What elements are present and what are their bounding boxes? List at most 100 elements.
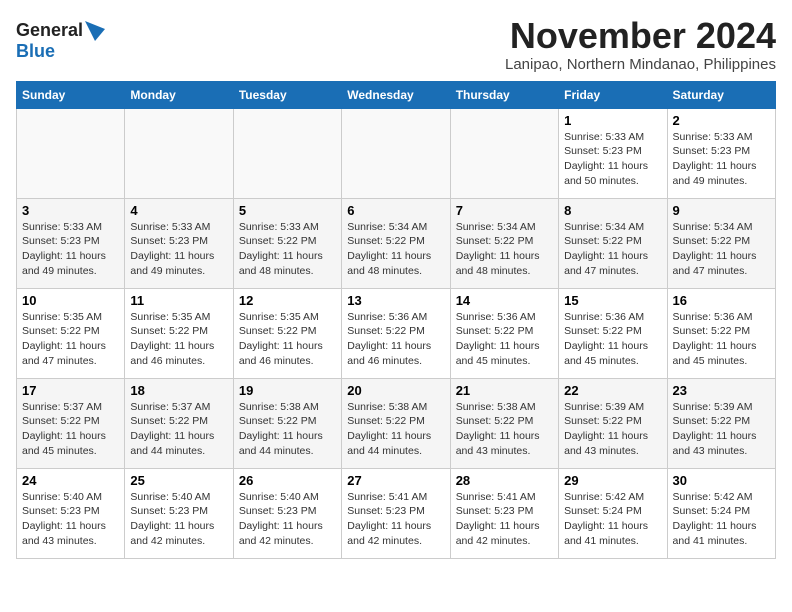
day-number: 4 — [130, 203, 227, 218]
calendar-cell: 12 Sunrise: 5:35 AM Sunset: 5:22 PM Dayli… — [233, 288, 341, 378]
day-number: 21 — [456, 383, 553, 398]
calendar-cell: 10 Sunrise: 5:35 AM Sunset: 5:22 PM Dayli… — [17, 288, 125, 378]
title-area: November 2024 Lanipao, Northern Mindanao… — [505, 16, 776, 73]
calendar-cell — [450, 108, 558, 198]
col-header-saturday: Saturday — [667, 81, 775, 108]
calendar-cell: 26 Sunrise: 5:40 AM Sunset: 5:23 PM Dayli… — [233, 468, 341, 558]
day-info: Sunrise: 5:41 AM Sunset: 5:23 PM Dayligh… — [347, 490, 444, 549]
day-info: Sunrise: 5:33 AM Sunset: 5:23 PM Dayligh… — [673, 130, 770, 189]
col-header-monday: Monday — [125, 81, 233, 108]
day-info: Sunrise: 5:35 AM Sunset: 5:22 PM Dayligh… — [239, 310, 336, 369]
day-info: Sunrise: 5:37 AM Sunset: 5:22 PM Dayligh… — [22, 400, 119, 459]
calendar-cell — [17, 108, 125, 198]
calendar-cell: 15Sunrise: 5:36 AM Sunset: 5:22 PM Dayli… — [559, 288, 667, 378]
calendar-week-5: 24 Sunrise: 5:40 AM Sunset: 5:23 PM Dayli… — [17, 468, 776, 558]
day-number: 18 — [130, 383, 227, 398]
calendar-cell: 7Sunrise: 5:34 AM Sunset: 5:22 PM Daylig… — [450, 198, 558, 288]
calendar-cell: 29 Sunrise: 5:42 AM Sunset: 5:24 PM Dayli… — [559, 468, 667, 558]
day-number: 8 — [564, 203, 661, 218]
day-number: 29 — [564, 473, 661, 488]
col-header-friday: Friday — [559, 81, 667, 108]
col-header-sunday: Sunday — [17, 81, 125, 108]
calendar-header: SundayMondayTuesdayWednesdayThursdayFrid… — [17, 81, 776, 108]
day-info: Sunrise: 5:33 AM Sunset: 5:23 PM Dayligh… — [22, 220, 119, 279]
logo-general-text: General — [16, 20, 83, 41]
calendar-cell: 14 Sunrise: 5:36 AM Sunset: 5:22 PM Dayli… — [450, 288, 558, 378]
day-number: 14 — [456, 293, 553, 308]
day-number: 3 — [22, 203, 119, 218]
day-info: Sunrise: 5:34 AM Sunset: 5:22 PM Dayligh… — [673, 220, 770, 279]
calendar-cell: 20Sunrise: 5:38 AM Sunset: 5:22 PM Dayli… — [342, 378, 450, 468]
calendar-cell — [125, 108, 233, 198]
calendar-cell: 2 Sunrise: 5:33 AM Sunset: 5:23 PM Daylig… — [667, 108, 775, 198]
day-number: 7 — [456, 203, 553, 218]
calendar-cell: 9 Sunrise: 5:34 AM Sunset: 5:22 PM Daylig… — [667, 198, 775, 288]
day-info: Sunrise: 5:38 AM Sunset: 5:22 PM Dayligh… — [456, 400, 553, 459]
col-header-tuesday: Tuesday — [233, 81, 341, 108]
col-header-wednesday: Wednesday — [342, 81, 450, 108]
day-info: Sunrise: 5:39 AM Sunset: 5:22 PM Dayligh… — [673, 400, 770, 459]
day-number: 30 — [673, 473, 770, 488]
day-number: 1 — [564, 113, 661, 128]
logo-blue-text: Blue — [16, 41, 55, 62]
day-info: Sunrise: 5:42 AM Sunset: 5:24 PM Dayligh… — [673, 490, 770, 549]
day-info: Sunrise: 5:33 AM Sunset: 5:23 PM Dayligh… — [130, 220, 227, 279]
calendar-cell: 22 Sunrise: 5:39 AM Sunset: 5:22 PM Dayli… — [559, 378, 667, 468]
calendar-week-4: 17Sunrise: 5:37 AM Sunset: 5:22 PM Dayli… — [17, 378, 776, 468]
day-number: 13 — [347, 293, 444, 308]
day-number: 9 — [673, 203, 770, 218]
day-info: Sunrise: 5:42 AM Sunset: 5:24 PM Dayligh… — [564, 490, 661, 549]
day-number: 26 — [239, 473, 336, 488]
day-number: 19 — [239, 383, 336, 398]
logo: General Blue — [16, 20, 105, 62]
calendar-table: SundayMondayTuesdayWednesdayThursdayFrid… — [16, 81, 776, 559]
col-header-thursday: Thursday — [450, 81, 558, 108]
day-number: 22 — [564, 383, 661, 398]
day-info: Sunrise: 5:39 AM Sunset: 5:22 PM Dayligh… — [564, 400, 661, 459]
day-number: 2 — [673, 113, 770, 128]
day-info: Sunrise: 5:40 AM Sunset: 5:23 PM Dayligh… — [239, 490, 336, 549]
calendar-week-3: 10 Sunrise: 5:35 AM Sunset: 5:22 PM Dayli… — [17, 288, 776, 378]
day-number: 10 — [22, 293, 119, 308]
calendar-cell: 23 Sunrise: 5:39 AM Sunset: 5:22 PM Dayli… — [667, 378, 775, 468]
calendar-week-1: 1 Sunrise: 5:33 AM Sunset: 5:23 PM Daylig… — [17, 108, 776, 198]
day-info: Sunrise: 5:34 AM Sunset: 5:22 PM Dayligh… — [564, 220, 661, 279]
calendar-cell: 19 Sunrise: 5:38 AM Sunset: 5:22 PM Dayli… — [233, 378, 341, 468]
calendar-cell: 13 Sunrise: 5:36 AM Sunset: 5:22 PM Dayli… — [342, 288, 450, 378]
day-info: Sunrise: 5:36 AM Sunset: 5:22 PM Dayligh… — [456, 310, 553, 369]
day-number: 23 — [673, 383, 770, 398]
calendar-cell: 18 Sunrise: 5:37 AM Sunset: 5:22 PM Dayli… — [125, 378, 233, 468]
day-info: Sunrise: 5:40 AM Sunset: 5:23 PM Dayligh… — [130, 490, 227, 549]
day-info: Sunrise: 5:36 AM Sunset: 5:22 PM Dayligh… — [347, 310, 444, 369]
day-number: 5 — [239, 203, 336, 218]
logo-icon — [85, 21, 105, 41]
calendar-cell: 6 Sunrise: 5:34 AM Sunset: 5:22 PM Daylig… — [342, 198, 450, 288]
day-info: Sunrise: 5:33 AM Sunset: 5:22 PM Dayligh… — [239, 220, 336, 279]
day-number: 24 — [22, 473, 119, 488]
day-info: Sunrise: 5:38 AM Sunset: 5:22 PM Dayligh… — [347, 400, 444, 459]
day-info: Sunrise: 5:38 AM Sunset: 5:22 PM Dayligh… — [239, 400, 336, 459]
day-info: Sunrise: 5:41 AM Sunset: 5:23 PM Dayligh… — [456, 490, 553, 549]
day-info: Sunrise: 5:36 AM Sunset: 5:22 PM Dayligh… — [673, 310, 770, 369]
day-number: 27 — [347, 473, 444, 488]
day-info: Sunrise: 5:34 AM Sunset: 5:22 PM Dayligh… — [347, 220, 444, 279]
calendar-cell — [342, 108, 450, 198]
calendar-cell: 16 Sunrise: 5:36 AM Sunset: 5:22 PM Dayli… — [667, 288, 775, 378]
day-number: 12 — [239, 293, 336, 308]
day-info: Sunrise: 5:33 AM Sunset: 5:23 PM Dayligh… — [564, 130, 661, 189]
calendar-cell: 30 Sunrise: 5:42 AM Sunset: 5:24 PM Dayli… — [667, 468, 775, 558]
calendar-cell: 28Sunrise: 5:41 AM Sunset: 5:23 PM Dayli… — [450, 468, 558, 558]
calendar-cell: 4 Sunrise: 5:33 AM Sunset: 5:23 PM Daylig… — [125, 198, 233, 288]
calendar-cell: 5 Sunrise: 5:33 AM Sunset: 5:22 PM Daylig… — [233, 198, 341, 288]
day-info: Sunrise: 5:35 AM Sunset: 5:22 PM Dayligh… — [22, 310, 119, 369]
day-info: Sunrise: 5:36 AM Sunset: 5:22 PM Dayligh… — [564, 310, 661, 369]
calendar-cell: 1 Sunrise: 5:33 AM Sunset: 5:23 PM Daylig… — [559, 108, 667, 198]
calendar-cell: 27 Sunrise: 5:41 AM Sunset: 5:23 PM Dayli… — [342, 468, 450, 558]
calendar-cell: 21 Sunrise: 5:38 AM Sunset: 5:22 PM Dayli… — [450, 378, 558, 468]
calendar-cell — [233, 108, 341, 198]
header-area: General Blue November 2024 Lanipao, Nort… — [16, 16, 776, 73]
day-info: Sunrise: 5:37 AM Sunset: 5:22 PM Dayligh… — [130, 400, 227, 459]
day-number: 16 — [673, 293, 770, 308]
day-info: Sunrise: 5:35 AM Sunset: 5:22 PM Dayligh… — [130, 310, 227, 369]
day-number: 6 — [347, 203, 444, 218]
